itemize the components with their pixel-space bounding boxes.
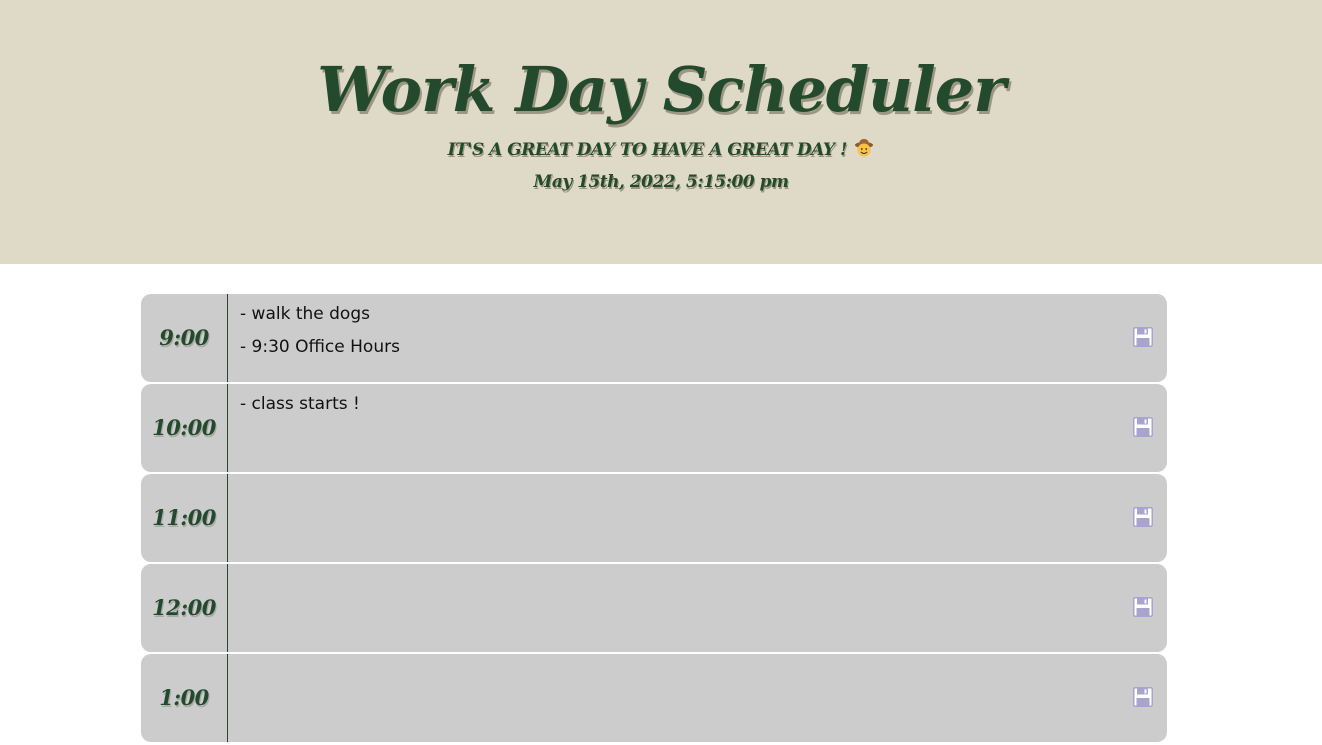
floppy-disk-icon (1133, 417, 1153, 437)
event-description-input[interactable] (228, 654, 1098, 742)
cowboy-face-icon (854, 138, 874, 158)
save-button[interactable] (1133, 327, 1153, 347)
save-button[interactable] (1133, 507, 1153, 527)
time-block-row: 1:00 (141, 654, 1167, 742)
time-block-row: 9:00 - walk the dogs - 9:30 Office Hours (141, 294, 1167, 382)
hour-label: 11:00 (141, 474, 228, 562)
event-description-input[interactable] (228, 474, 1098, 562)
save-button[interactable] (1133, 597, 1153, 617)
event-description-input[interactable]: - class starts ! (228, 384, 1098, 472)
tagline: IT'S A GREAT DAY TO HAVE A GREAT DAY ! (0, 138, 1322, 162)
current-datetime: May 15th, 2022, 5:15:00 pm (533, 172, 789, 192)
page-title: Work Day Scheduler (317, 53, 1006, 126)
hour-label: 9:00 (141, 294, 228, 382)
time-block-row: 10:00 - class starts ! (141, 384, 1167, 472)
save-button[interactable] (1133, 417, 1153, 437)
hour-label: 1:00 (141, 654, 228, 742)
hour-label: 12:00 (141, 564, 228, 652)
floppy-disk-icon (1133, 687, 1153, 707)
event-description-input[interactable]: - walk the dogs - 9:30 Office Hours (228, 294, 1098, 382)
tagline-text: IT'S A GREAT DAY TO HAVE A GREAT DAY ! (447, 140, 848, 160)
save-button[interactable] (1133, 687, 1153, 707)
header: Work Day Scheduler IT'S A GREAT DAY TO H… (0, 0, 1322, 264)
time-block-row: 12:00 (141, 564, 1167, 652)
floppy-disk-icon (1133, 507, 1153, 527)
event-description-input[interactable] (228, 564, 1098, 652)
floppy-disk-icon (1133, 597, 1153, 617)
time-block-row: 11:00 (141, 474, 1167, 562)
floppy-disk-icon (1133, 327, 1153, 347)
hour-label: 10:00 (141, 384, 228, 472)
schedule: 9:00 - walk the dogs - 9:30 Office Hours… (141, 294, 1167, 744)
